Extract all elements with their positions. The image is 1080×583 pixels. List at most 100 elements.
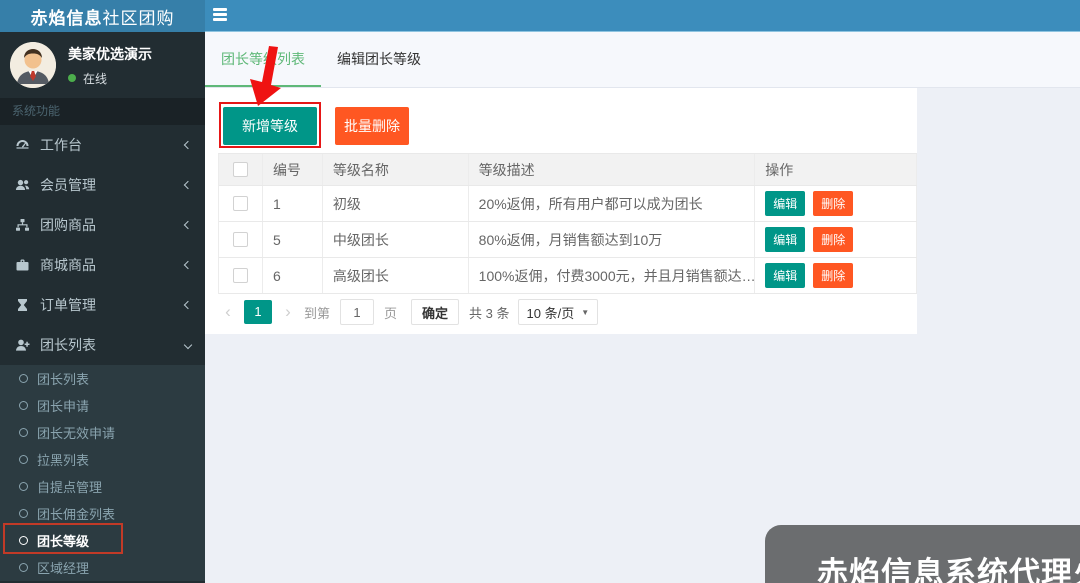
online-dot-icon xyxy=(68,74,76,82)
submenu-item-leader-apply[interactable]: 团长申请 xyxy=(0,392,205,419)
chevron-left-icon xyxy=(184,181,192,189)
gauge-icon xyxy=(14,138,30,152)
sidebar-item-mall-goods[interactable]: 商城商品 xyxy=(0,245,205,285)
total-count-label: 共 3 条 xyxy=(469,303,509,322)
sidebar-section-label: 系统功能 xyxy=(0,98,205,125)
user-panel: 美家优选演示 在线 xyxy=(0,32,205,98)
row-checkbox[interactable] xyxy=(233,232,248,247)
cell-level-name: 中级团长 xyxy=(323,222,469,257)
submenu-item-leader-list[interactable]: 团长列表 xyxy=(0,365,205,392)
sidebar-item-label: 团长列表 xyxy=(40,335,185,355)
cell-id: 6 xyxy=(263,258,323,293)
submenu-item-blacklist[interactable]: 拉黑列表 xyxy=(0,446,205,473)
user-status: 在线 xyxy=(68,70,152,87)
edit-button[interactable]: 编辑 xyxy=(765,227,805,252)
select-all-checkbox[interactable] xyxy=(233,162,248,177)
sidebar-submenu: 团长列表 团长申请 团长无效申请 拉黑列表 自提点管理 团长佣金列表 团长等级 … xyxy=(0,365,205,581)
cell-level-desc: 80%返佣，月销售额达到10万 xyxy=(469,222,756,257)
confirm-button[interactable]: 确定 xyxy=(411,299,459,325)
table-row: 6 高级团长 100%返佣，付费3000元，并且月销售额达… 编辑 删除 xyxy=(219,258,917,294)
promo-watermark: 赤焰信息系统代理火热招商中 xyxy=(765,525,1080,583)
sidebar-item-workbench[interactable]: 工作台 xyxy=(0,125,205,165)
row-checkbox[interactable] xyxy=(233,268,248,283)
circle-icon xyxy=(19,536,28,545)
prev-page-icon[interactable]: ‹ xyxy=(218,300,238,324)
circle-icon xyxy=(19,482,28,491)
cell-level-desc: 100%返佣，付费3000元，并且月销售额达… xyxy=(469,258,756,293)
row-checkbox[interactable] xyxy=(233,196,248,211)
user-plus-icon xyxy=(14,338,30,352)
sidebar-menu: 工作台 会员管理 团购商品 商城商品 xyxy=(0,125,205,365)
circle-icon xyxy=(19,455,28,464)
delete-button[interactable]: 删除 xyxy=(813,227,853,252)
jump-prefix-label: 到第 xyxy=(304,303,330,322)
col-header-desc: 等级描述 xyxy=(469,154,756,185)
submenu-item-label: 团长无效申请 xyxy=(37,423,115,442)
caret-down-icon: ▼ xyxy=(581,308,589,317)
page-jump-input[interactable] xyxy=(340,299,374,325)
sidebar-item-label: 商城商品 xyxy=(40,255,185,275)
tab-edit-leader-level[interactable]: 编辑团长等级 xyxy=(321,32,437,87)
delete-button[interactable]: 删除 xyxy=(813,191,853,216)
submenu-item-label: 团长佣金列表 xyxy=(37,504,115,523)
circle-icon xyxy=(19,509,28,518)
batch-delete-button[interactable]: 批量删除 xyxy=(335,107,409,145)
sidebar-toggle-icon[interactable] xyxy=(213,8,229,23)
table-row: 5 中级团长 80%返佣，月销售额达到10万 编辑 删除 xyxy=(219,222,917,258)
submenu-item-label: 区域经理 xyxy=(37,558,89,577)
col-header-id: 编号 xyxy=(263,154,323,185)
edit-button[interactable]: 编辑 xyxy=(765,191,805,216)
circle-icon xyxy=(19,401,28,410)
top-navbar: 赤焰信息社区团购 xyxy=(0,0,1080,32)
sidebar-item-label: 会员管理 xyxy=(40,175,185,195)
circle-icon xyxy=(19,374,28,383)
hourglass-icon xyxy=(14,298,30,312)
circle-icon xyxy=(19,428,28,437)
tab-leader-level-list[interactable]: 团长等级列表 xyxy=(205,32,321,87)
briefcase-icon xyxy=(14,258,30,272)
avatar xyxy=(10,42,56,88)
page-size-select[interactable]: 10 条/页 ▼ xyxy=(518,299,599,325)
sidebar: 美家优选演示 在线 系统功能 工作台 会员管理 xyxy=(0,32,205,583)
submenu-item-leader-level[interactable]: 团长等级 xyxy=(0,527,205,554)
users-icon xyxy=(14,178,30,192)
level-table: 编号 等级名称 等级描述 操作 1 初级 20%返佣，所有用户都可以成为团长 编… xyxy=(218,153,917,294)
chevron-left-icon xyxy=(184,221,192,229)
col-header-name: 等级名称 xyxy=(323,154,469,185)
logo-bold-text: 赤焰信息 xyxy=(31,4,103,29)
app-window: 赤焰信息社区团购 美家优选演示 在线 xyxy=(0,0,1080,583)
logo-rest-text: 社区团购 xyxy=(103,4,175,29)
online-status-label: 在线 xyxy=(83,70,107,87)
add-level-button[interactable]: 新增等级 xyxy=(223,107,317,145)
sidebar-item-label: 订单管理 xyxy=(40,295,185,315)
submenu-item-leader-commission[interactable]: 团长佣金列表 xyxy=(0,500,205,527)
app-logo[interactable]: 赤焰信息社区团购 xyxy=(0,0,205,32)
submenu-item-region-manager[interactable]: 区域经理 xyxy=(0,554,205,581)
chevron-left-icon xyxy=(184,141,192,149)
next-page-icon[interactable]: › xyxy=(278,300,298,324)
main-content: 团长等级列表 编辑团长等级 新增等级 批量删除 编号 等级名称 等级描述 操作 … xyxy=(205,32,1080,583)
cell-level-name: 高级团长 xyxy=(323,258,469,293)
current-page-button[interactable]: 1 xyxy=(244,300,272,324)
pagination: ‹ 1 › 到第 页 确定 共 3 条 10 条/页 ▼ xyxy=(218,298,598,326)
submenu-item-label: 自提点管理 xyxy=(37,477,102,496)
circle-icon xyxy=(19,563,28,572)
submenu-item-pickup-point[interactable]: 自提点管理 xyxy=(0,473,205,500)
cell-level-name: 初级 xyxy=(323,186,469,221)
cell-id: 5 xyxy=(263,222,323,257)
sidebar-item-label: 工作台 xyxy=(40,135,185,155)
chevron-down-icon xyxy=(184,341,192,349)
chevron-left-icon xyxy=(184,301,192,309)
sidebar-item-members[interactable]: 会员管理 xyxy=(0,165,205,205)
sidebar-item-orders[interactable]: 订单管理 xyxy=(0,285,205,325)
sidebar-item-groupbuy-goods[interactable]: 团购商品 xyxy=(0,205,205,245)
tab-bar: 团长等级列表 编辑团长等级 xyxy=(205,32,1080,88)
sidebar-item-leader-list[interactable]: 团长列表 xyxy=(0,325,205,365)
delete-button[interactable]: 删除 xyxy=(813,263,853,288)
submenu-item-label: 团长申请 xyxy=(37,396,89,415)
submenu-item-leader-invalid-apply[interactable]: 团长无效申请 xyxy=(0,419,205,446)
cell-level-desc: 20%返佣，所有用户都可以成为团长 xyxy=(469,186,756,221)
chevron-left-icon xyxy=(184,261,192,269)
edit-button[interactable]: 编辑 xyxy=(765,263,805,288)
user-name: 美家优选演示 xyxy=(68,44,152,64)
